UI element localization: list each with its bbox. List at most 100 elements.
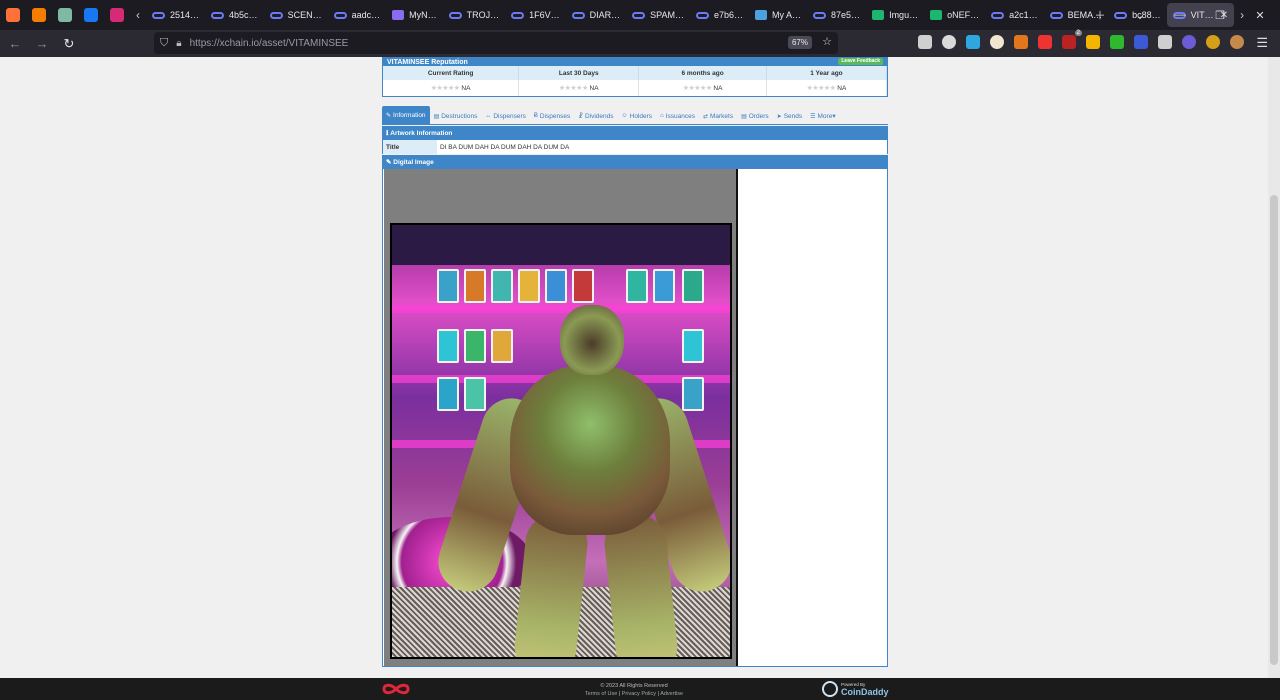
browser-tab-label: Imgu… — [889, 10, 919, 20]
link-icon — [991, 11, 1005, 19]
extension-yellow-icon[interactable] — [1086, 35, 1100, 49]
browser-tab[interactable]: MyN… — [386, 0, 443, 30]
extension-gold-icon[interactable] — [1206, 35, 1220, 49]
list-tabs-icon[interactable]: ⌄ — [1120, 0, 1160, 30]
tab-issuances[interactable]: ⌂ Issuances — [656, 108, 699, 124]
new-tab-icon[interactable]: ＋ — [1080, 0, 1120, 30]
brush-icon: ✎ — [386, 159, 394, 166]
browser-tab-label: TROJ… — [466, 10, 500, 20]
powered-by-coindaddy[interactable]: Powered By CoinDaddy — [822, 681, 889, 697]
advertise-link[interactable]: Advertise — [660, 691, 683, 697]
browser-tab[interactable]: e7b6… — [690, 0, 749, 30]
tab-holders[interactable]: ☺ Holders — [618, 108, 657, 124]
restore-icon[interactable]: ❐ — [1200, 0, 1240, 30]
browser-tab-label: aadc… — [351, 10, 381, 20]
link-icon — [1049, 11, 1063, 19]
url-text[interactable]: https://xchain.io/asset/VITAMINSEE — [190, 38, 349, 49]
pocket-icon[interactable] — [942, 35, 956, 49]
extension-green-icon[interactable] — [1110, 35, 1124, 49]
tab-label: Dividends — [584, 112, 614, 120]
tab-more[interactable]: ☰ More ▾ — [806, 108, 839, 124]
minimize-icon[interactable]: — — [1160, 0, 1200, 30]
link-icon — [333, 11, 347, 19]
bookmark-star-icon[interactable]: ☆ — [822, 35, 832, 48]
browser-tab[interactable]: TROJ… — [443, 0, 506, 30]
tab-information[interactable]: ✎ Information — [382, 106, 430, 124]
reputation-cell: ★★★★★ NA — [518, 80, 640, 96]
coindaddy-brand: CoinDaddy — [841, 686, 889, 697]
scrollbar-thumb[interactable] — [1270, 195, 1278, 665]
browser-tab[interactable]: 87e5… — [807, 0, 866, 30]
account-avatar-icon[interactable] — [1230, 35, 1244, 49]
rating-stars-icon: ★★★★★ — [558, 85, 588, 92]
browser-tab[interactable]: 2514… — [146, 0, 205, 30]
browser-tab[interactable]: aadc… — [328, 0, 387, 30]
extension-blue-icon[interactable] — [1134, 35, 1148, 49]
key-icon[interactable] — [1038, 35, 1052, 49]
browser-tab-label: 1F6V… — [529, 10, 560, 20]
scroll-tabs-left-icon[interactable]: ‹ — [130, 8, 146, 22]
terms-link[interactable]: Terms of Use — [585, 691, 617, 697]
shield-icon[interactable]: ⛉ — [160, 37, 168, 50]
tab-dispenses[interactable]: Ƀ Dispenses — [530, 108, 574, 124]
leave-feedback-button[interactable]: Leave Feedback — [838, 58, 883, 65]
link-icon — [511, 11, 525, 19]
reputation-col-header: 1 Year ago — [766, 66, 888, 80]
browser-tab[interactable]: 1F6V… — [505, 0, 566, 30]
rating-stars-icon: ★★★★★ — [806, 85, 836, 92]
lock-icon[interactable]: 🔒︎ — [176, 38, 181, 49]
reputation-cell: ★★★★★ NA — [766, 80, 888, 96]
extensions-puzzle-icon[interactable] — [1158, 35, 1172, 49]
instagram-icon[interactable] — [110, 8, 124, 22]
privacy-link[interactable]: Privacy Policy — [622, 691, 656, 697]
browser-tab-label: 87e5… — [831, 10, 861, 20]
tab-icon: Ƀ — [533, 113, 538, 119]
tab-icon: ☺ — [621, 113, 628, 119]
link-icon — [632, 11, 646, 19]
footer-copyright: © 2023 All Rights Reserved Terms of Use … — [584, 683, 684, 697]
app-icon[interactable] — [58, 8, 72, 22]
close-window-icon[interactable]: ✕ — [1240, 0, 1280, 30]
tab-label: Orders — [748, 112, 769, 120]
browser-tab[interactable]: My A… — [749, 0, 807, 30]
tab-label: More — [817, 112, 833, 120]
hamburger-menu-icon[interactable]: ☰ — [1256, 35, 1268, 51]
tab-icon: ✎ — [386, 112, 392, 119]
tab-orders[interactable]: ▤ Orders — [737, 108, 773, 124]
tab-markets[interactable]: ⇄ Markets — [699, 108, 737, 124]
page-scrollbar[interactable] — [1268, 57, 1280, 678]
download-icon[interactable] — [966, 35, 980, 49]
image-viewer[interactable] — [384, 169, 738, 666]
reputation-col-header: 6 months ago — [638, 66, 767, 80]
browser-tab[interactable]: a2c1… — [985, 0, 1044, 30]
artwork-image[interactable] — [390, 223, 732, 659]
address-bar[interactable]: ⛉ 🔒︎ https://xchain.io/asset/VITAMINSEE … — [154, 32, 838, 54]
tab-sends[interactable]: ➤ Sends — [773, 108, 806, 124]
reload-icon[interactable]: ↻ — [57, 32, 81, 56]
extension-avatar-icon[interactable] — [990, 35, 1004, 49]
metamask-icon[interactable] — [1014, 35, 1028, 49]
blogger-icon[interactable] — [32, 8, 46, 22]
browser-tab[interactable]: SCEN… — [264, 0, 328, 30]
browser-tab[interactable]: SPAM… — [626, 0, 690, 30]
browser-tab[interactable]: 4b5c… — [205, 0, 264, 30]
screenshot-icon[interactable] — [918, 35, 932, 49]
reputation-cell: ★★★★★ NA — [383, 80, 520, 96]
extension-purple-icon[interactable] — [1182, 35, 1196, 49]
browser-tab[interactable]: Imgu… — [866, 0, 924, 30]
browser-tab-label: SPAM… — [650, 10, 684, 20]
window-controls: ＋ ⌄ — ❐ ✕ — [1080, 0, 1280, 30]
ublock-icon[interactable]: 2 — [1062, 30, 1082, 49]
tab-dividends[interactable]: ☧ Dividends — [574, 108, 617, 124]
firefox-icon[interactable] — [6, 8, 20, 22]
app-icon — [392, 10, 405, 20]
zoom-level-badge[interactable]: 67% — [787, 36, 812, 49]
browser-tab[interactable]: DIAR… — [566, 0, 627, 30]
tab-dispensers[interactable]: ↔ Dispensers — [481, 108, 530, 124]
tab-destructions[interactable]: ▤ Destructions — [430, 108, 482, 124]
forward-icon[interactable]: → — [30, 32, 54, 56]
browser-tab[interactable]: oNEF… — [924, 0, 985, 30]
facebook-icon[interactable] — [84, 8, 98, 22]
back-icon[interactable]: ← — [3, 32, 27, 56]
app-icon — [755, 10, 768, 20]
